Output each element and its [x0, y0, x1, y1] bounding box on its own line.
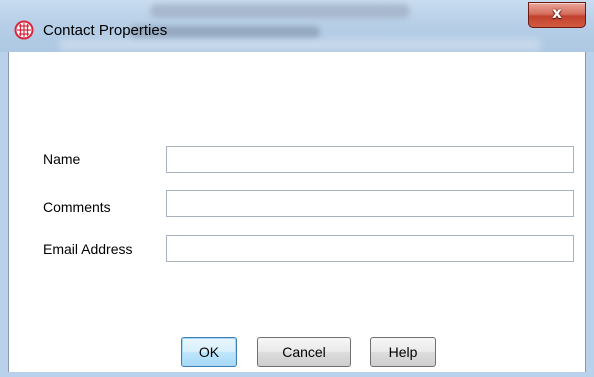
name-input[interactable]: [166, 146, 574, 173]
comments-label: Comments: [43, 199, 111, 215]
email-address-input[interactable]: [166, 235, 574, 262]
name-label: Name: [43, 151, 81, 167]
contact-properties-dialog: Contact Properties x Name Comments Email…: [0, 0, 594, 377]
close-icon: x: [552, 4, 562, 22]
help-button[interactable]: Help: [370, 337, 436, 367]
cancel-button[interactable]: Cancel: [257, 337, 351, 367]
comments-input[interactable]: [166, 190, 574, 217]
window-bottom-border: [8, 372, 586, 377]
title-bar[interactable]: Contact Properties x: [0, 0, 594, 52]
globe-grid-icon: [14, 20, 34, 40]
ok-button[interactable]: OK: [181, 337, 237, 367]
background-blur: [60, 40, 540, 50]
background-blur: [150, 4, 410, 18]
dialog-content: Name Comments Email Address OK Cancel He…: [8, 52, 586, 377]
email-address-label: Email Address: [43, 241, 133, 257]
close-button[interactable]: x: [528, 2, 586, 28]
window-title: Contact Properties: [43, 22, 168, 39]
